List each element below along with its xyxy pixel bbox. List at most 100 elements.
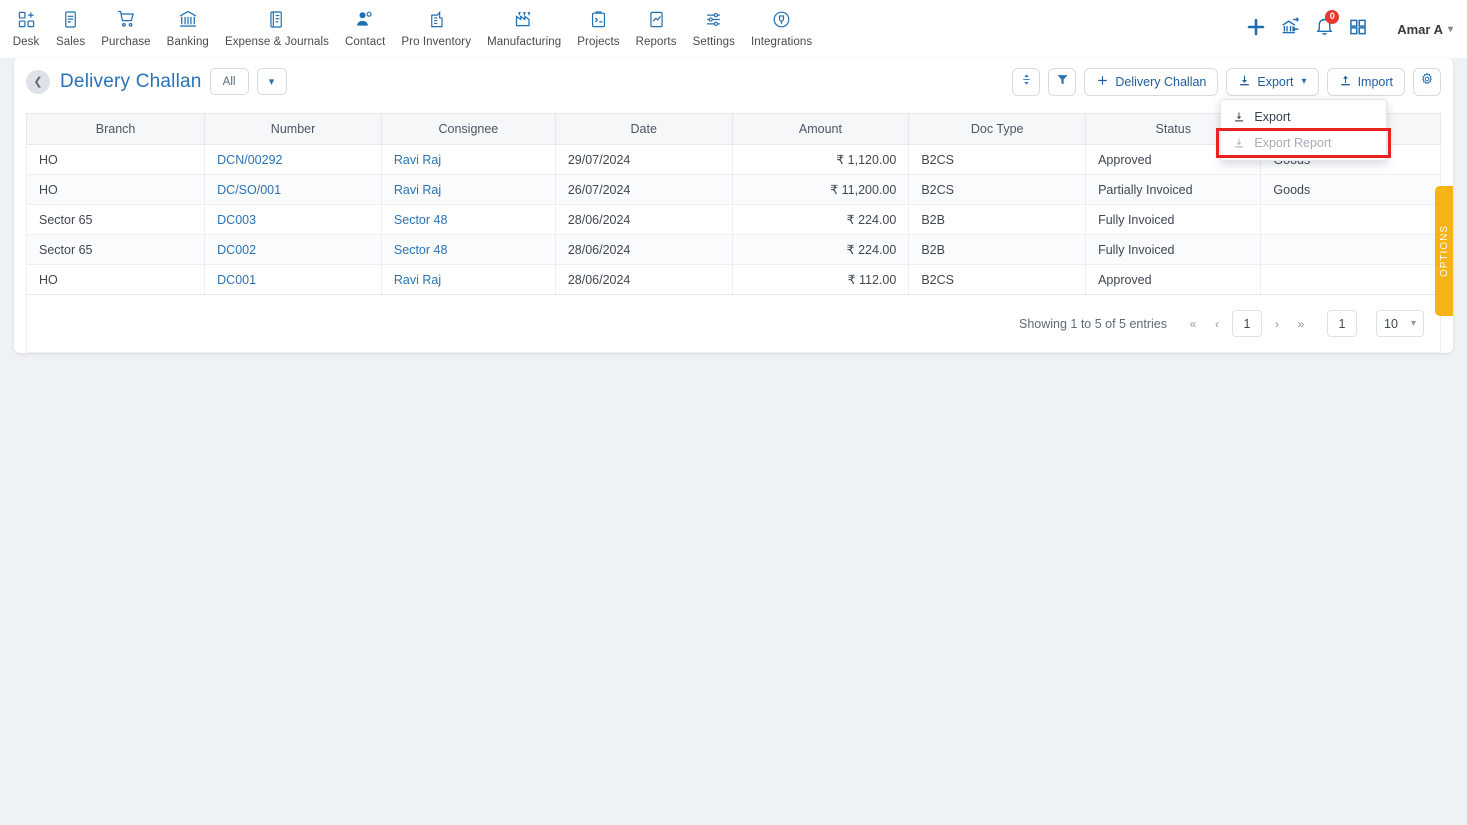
- reports-icon: [647, 8, 666, 30]
- consignee-link[interactable]: Ravi Raj: [394, 153, 441, 167]
- add-new-button[interactable]: [1239, 9, 1273, 49]
- number-link[interactable]: DCN/00292: [217, 153, 282, 167]
- nav-label: Purchase: [101, 36, 151, 48]
- table-row[interactable]: Sector 65 DC003 Sector 48 28/06/2024 ₹ 2…: [25, 204, 1441, 235]
- purchase-cart-icon: [116, 8, 136, 30]
- nav-item-banking[interactable]: Banking: [159, 0, 217, 48]
- pagination-current-page[interactable]: 1: [1232, 310, 1262, 337]
- column-header-doc-type[interactable]: Doc Type: [908, 113, 1087, 145]
- inventory-icon: [427, 8, 446, 30]
- nav-item-projects[interactable]: Projects: [569, 0, 627, 48]
- download-icon: [1238, 74, 1251, 90]
- pagination-jump-input[interactable]: 1: [1327, 310, 1357, 337]
- consignee-link[interactable]: Ravi Raj: [394, 273, 441, 287]
- chevron-left-icon: ‹: [1215, 316, 1219, 331]
- cell-status: Approved: [1085, 264, 1262, 295]
- import-button-label: Import: [1357, 74, 1393, 89]
- pagination-last-button[interactable]: »: [1289, 311, 1313, 337]
- manufacturing-icon: [514, 8, 534, 30]
- cell-doc-type: B2CS: [908, 264, 1087, 295]
- cell-number[interactable]: DC/SO/001: [204, 174, 382, 205]
- column-header-number[interactable]: Number: [204, 113, 382, 145]
- user-name: Amar A: [1397, 21, 1443, 37]
- nav-item-integrations[interactable]: Integrations: [743, 0, 820, 48]
- new-delivery-challan-button[interactable]: Delivery Challan: [1084, 67, 1219, 96]
- grid-apps-icon: [1348, 17, 1368, 42]
- cell-consignee[interactable]: Ravi Raj: [381, 264, 556, 295]
- gear-icon: [1420, 72, 1434, 91]
- chevron-left-icon: ❮: [33, 76, 43, 88]
- consignee-link[interactable]: Sector 48: [394, 243, 448, 257]
- settings-button[interactable]: [1413, 67, 1441, 96]
- cell-doc-type: B2CS: [908, 174, 1087, 205]
- sort-updown-icon: [1020, 73, 1033, 91]
- import-button[interactable]: Import: [1326, 67, 1405, 96]
- cell-number[interactable]: DCN/00292: [204, 144, 382, 175]
- cell-number[interactable]: DC001: [204, 264, 382, 295]
- cell-number[interactable]: DC002: [204, 234, 382, 265]
- nav-item-pro-inventory[interactable]: Pro Inventory: [393, 0, 479, 48]
- export-button-label: Export: [1257, 74, 1294, 89]
- column-header-branch[interactable]: Branch: [25, 113, 206, 145]
- filter-button[interactable]: [1048, 67, 1077, 96]
- cell-consignee[interactable]: Sector 48: [381, 204, 556, 235]
- apps-grid-button[interactable]: [1341, 9, 1375, 49]
- nav-label: Projects: [577, 36, 620, 48]
- cell-doc-type: B2B: [908, 234, 1087, 265]
- nav-item-contact[interactable]: Contact: [337, 0, 393, 48]
- table-row[interactable]: HO DC/SO/001 Ravi Raj 26/07/2024 ₹ 11,20…: [25, 174, 1441, 205]
- nav-item-purchase[interactable]: Purchase: [93, 0, 158, 48]
- view-filter-dropdown-button[interactable]: ▾: [256, 68, 287, 95]
- nav-item-desk[interactable]: Desk: [4, 0, 48, 48]
- consignee-link[interactable]: Ravi Raj: [394, 183, 441, 197]
- table-row[interactable]: HO DC001 Ravi Raj 28/06/2024 ₹ 112.00 B2…: [25, 264, 1441, 295]
- cell-branch: HO: [25, 174, 206, 205]
- bank-transfer-button[interactable]: [1273, 9, 1307, 49]
- integrations-icon: [772, 8, 791, 30]
- nav-item-reports[interactable]: Reports: [628, 0, 685, 48]
- cell-consignee[interactable]: Sector 48: [381, 234, 556, 265]
- nav-label: Contact: [345, 36, 386, 48]
- export-button[interactable]: Export ▾: [1226, 67, 1319, 96]
- number-link[interactable]: DC001: [217, 273, 256, 287]
- nav-label: Reports: [635, 36, 677, 48]
- bank-transfer-icon: [1280, 16, 1301, 42]
- column-header-amount[interactable]: Amount: [732, 113, 910, 145]
- cell-extra: [1260, 234, 1441, 265]
- page-header-actions: Delivery Challan Export ▾ Export Export …: [1012, 58, 1441, 161]
- number-link[interactable]: DC/SO/001: [217, 183, 281, 197]
- cell-status: Partially Invoiced: [1085, 174, 1262, 205]
- pagination-first-button[interactable]: «: [1181, 311, 1205, 337]
- nav-label: Desk: [12, 36, 40, 48]
- options-side-tab[interactable]: OPTIONS: [1435, 186, 1453, 316]
- user-menu[interactable]: Amar A ▾: [1397, 22, 1453, 37]
- export-report-menu-label: Export Report: [1254, 135, 1332, 150]
- chevron-right-icon: ›: [1275, 316, 1279, 331]
- nav-item-expense-journals[interactable]: Expense & Journals: [217, 0, 337, 48]
- settings-sliders-icon: [704, 8, 723, 30]
- nav-item-sales[interactable]: Sales: [48, 0, 93, 48]
- download-icon: [1233, 111, 1245, 123]
- number-link[interactable]: DC003: [217, 213, 256, 227]
- view-filter-pill[interactable]: All: [209, 68, 249, 95]
- cell-number[interactable]: DC003: [204, 204, 382, 235]
- export-menu-item-export[interactable]: Export: [1221, 104, 1386, 130]
- number-link[interactable]: DC002: [217, 243, 256, 257]
- table-row[interactable]: Sector 65 DC002 Sector 48 28/06/2024 ₹ 2…: [25, 234, 1441, 265]
- column-header-consignee[interactable]: Consignee: [381, 113, 556, 145]
- sort-button[interactable]: [1012, 67, 1041, 96]
- pagination-prev-button[interactable]: ‹: [1205, 311, 1229, 337]
- column-header-date[interactable]: Date: [555, 113, 733, 145]
- cell-consignee[interactable]: Ravi Raj: [381, 144, 556, 175]
- back-button[interactable]: ❮: [26, 69, 50, 94]
- notifications-button[interactable]: 0: [1307, 9, 1341, 49]
- nav-item-settings[interactable]: Settings: [685, 0, 743, 48]
- delivery-challan-page-card: OPTIONS ❮ Delivery Challan All ▾ Deliver…: [14, 58, 1453, 353]
- nav-label: Sales: [56, 36, 86, 48]
- export-menu-item-export-report[interactable]: Export Report: [1216, 127, 1392, 158]
- pagination-next-button[interactable]: ›: [1265, 311, 1289, 337]
- cell-consignee[interactable]: Ravi Raj: [381, 174, 556, 205]
- consignee-link[interactable]: Sector 48: [394, 213, 448, 227]
- nav-item-manufacturing[interactable]: Manufacturing: [479, 0, 569, 48]
- page-size-select[interactable]: 10 ▾: [1376, 310, 1424, 337]
